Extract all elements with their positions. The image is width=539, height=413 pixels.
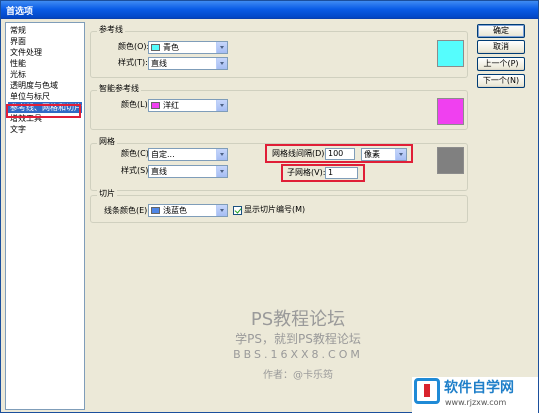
preferences-dialog: 首选项 常规 界面 文件处理 性能 光标 透明度与色域 单位与标尺 参考线、网格… bbox=[0, 0, 539, 413]
guides-style-select[interactable]: 直线 bbox=[148, 57, 228, 70]
color-chip-icon bbox=[151, 102, 160, 109]
gridline-interval-label: 网格线间隔(D): bbox=[272, 149, 328, 158]
window-title: 首选项 bbox=[6, 7, 34, 17]
subdivisions-input[interactable]: 1 bbox=[325, 167, 358, 179]
logo-text: 软件自学网 bbox=[444, 380, 514, 396]
chevron-down-icon[interactable] bbox=[216, 42, 227, 53]
gridline-interval-input[interactable]: 100 bbox=[325, 148, 355, 160]
chevron-down-icon[interactable] bbox=[216, 149, 227, 160]
next-button[interactable]: 下一个(N) bbox=[477, 74, 525, 88]
smart-guides-color-select[interactable]: 洋红 bbox=[148, 99, 228, 112]
chevron-down-icon[interactable] bbox=[216, 100, 227, 111]
color-chip-icon bbox=[151, 44, 160, 51]
dialog-body: 常规 界面 文件处理 性能 光标 透明度与色域 单位与标尺 参考线、网格和切片 … bbox=[3, 19, 536, 411]
slice-line-color-label: 线条颜色(E): bbox=[104, 206, 150, 215]
category-general[interactable]: 常规 bbox=[10, 25, 26, 36]
guides-style-label: 样式(T): bbox=[118, 58, 148, 67]
grid-style-value: 直线 bbox=[151, 167, 167, 176]
guides-color-swatch[interactable] bbox=[437, 40, 464, 67]
chevron-down-icon[interactable] bbox=[216, 166, 227, 177]
chevron-down-icon[interactable] bbox=[395, 149, 406, 160]
slice-line-color-select[interactable]: 浅蓝色 bbox=[148, 204, 228, 217]
subdivisions-label: 子网格(V): bbox=[287, 168, 326, 177]
show-slice-numbers-label[interactable]: 显示切片编号(M) bbox=[244, 204, 305, 216]
category-list[interactable]: 常规 界面 文件处理 性能 光标 透明度与色域 单位与标尺 参考线、网格和切片 … bbox=[5, 22, 85, 410]
grid-color-label: 颜色(C): bbox=[121, 149, 152, 158]
guides-color-label: 颜色(O): bbox=[118, 42, 150, 51]
ok-button[interactable]: 确定 bbox=[477, 24, 525, 38]
gridline-unit-value: 像素 bbox=[364, 150, 380, 159]
category-type[interactable]: 文字 bbox=[10, 124, 26, 135]
smart-guides-color-value: 洋红 bbox=[163, 101, 179, 110]
title-bar[interactable]: 首选项 bbox=[1, 1, 538, 19]
grid-color-select[interactable]: 自定... bbox=[148, 148, 228, 161]
category-performance[interactable]: 性能 bbox=[10, 58, 26, 69]
cancel-button[interactable]: 取消 bbox=[477, 40, 525, 54]
smart-guides-group-title: 智能参考线 bbox=[97, 84, 141, 94]
guides-style-value: 直线 bbox=[151, 59, 167, 68]
category-interface[interactable]: 界面 bbox=[10, 36, 26, 47]
guides-group bbox=[90, 31, 468, 78]
highlight-box-category bbox=[6, 104, 81, 118]
category-transparency-gamut[interactable]: 透明度与色域 bbox=[10, 80, 58, 91]
grid-group-title: 网格 bbox=[97, 137, 117, 147]
slices-group-title: 切片 bbox=[97, 189, 117, 199]
grid-color-value: 自定... bbox=[151, 150, 175, 159]
prev-button[interactable]: 上一个(P) bbox=[477, 57, 525, 71]
chevron-down-icon[interactable] bbox=[216, 58, 227, 69]
watermark-slogan: 学PS，就到PS教程论坛 bbox=[235, 332, 361, 346]
color-chip-icon bbox=[151, 207, 160, 214]
site-logo: 软件自学网 www.rjzxw.com bbox=[412, 377, 538, 413]
guides-color-value: 青色 bbox=[163, 43, 179, 52]
grid-style-select[interactable]: 直线 bbox=[148, 165, 228, 178]
smart-guides-color-swatch[interactable] bbox=[437, 98, 464, 125]
watermark-author: 作者：@卡乐筠 bbox=[263, 370, 333, 381]
gridline-unit-select[interactable]: 像素 bbox=[361, 148, 407, 161]
logo-url: www.rjzxw.com bbox=[445, 398, 507, 407]
category-file-handling[interactable]: 文件处理 bbox=[10, 47, 42, 58]
grid-style-label: 样式(S): bbox=[121, 166, 152, 175]
smart-guides-color-label: 颜色(L): bbox=[121, 100, 151, 109]
watermark-title: PS教程论坛 bbox=[250, 309, 346, 330]
category-cursors[interactable]: 光标 bbox=[10, 69, 26, 80]
watermark-url: BBS.16XX8.COM bbox=[233, 348, 363, 361]
logo-mark-icon bbox=[414, 378, 440, 404]
guides-group-title: 参考线 bbox=[97, 25, 125, 35]
show-slice-numbers-checkbox[interactable] bbox=[233, 206, 242, 215]
slice-line-color-value: 浅蓝色 bbox=[163, 206, 187, 215]
chevron-down-icon[interactable] bbox=[216, 205, 227, 216]
guides-color-select[interactable]: 青色 bbox=[148, 41, 228, 54]
grid-color-swatch[interactable] bbox=[437, 147, 464, 174]
category-units-rulers[interactable]: 单位与标尺 bbox=[10, 91, 50, 102]
